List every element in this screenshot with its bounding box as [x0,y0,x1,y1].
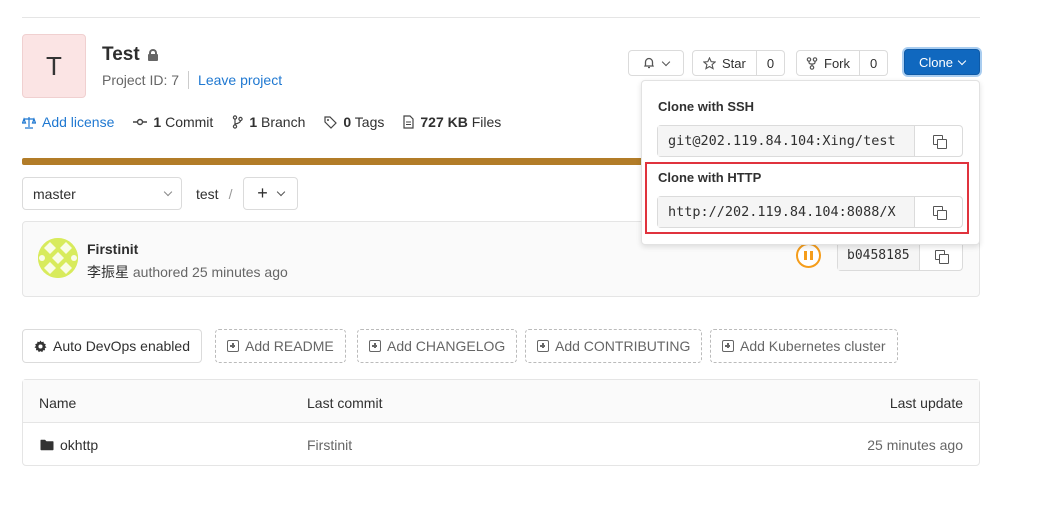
plus-icon: + [257,183,268,203]
commit-author[interactable]: 李振星 [87,264,129,280]
fork-group: Fork 0 [796,50,889,76]
branch-icon [233,115,244,129]
copy-ssh-button[interactable] [915,126,962,156]
gear-icon [34,339,47,352]
folder-icon [40,439,54,451]
project-avatar: T [22,34,86,98]
add-license-label: Add license [42,114,115,130]
fork-label: Fork [824,55,850,71]
branch-count: 1 [249,114,258,130]
file-tree-table: Name Last commit Last update okhttp Firs… [22,379,980,466]
tags-link[interactable]: 0 Tags [324,114,384,130]
tag-icon [324,115,338,129]
project-title-text: Test [102,44,140,65]
commit-count: 1 [153,114,162,130]
column-header-last-commit: Last commit [307,395,383,411]
commit-title[interactable]: Firstinit [87,241,138,257]
leave-project-link[interactable]: Leave project [198,72,282,88]
scale-icon [22,116,36,129]
highlight-box [645,162,969,234]
row-last-update: 25 minutes ago [867,437,963,453]
branch-name: master [33,185,76,202]
breadcrumb-project[interactable]: test [196,186,219,202]
column-header-last-update: Last update [889,395,963,411]
copy-sha-button[interactable] [920,241,962,270]
fork-icon [806,56,818,70]
copy-icon [932,135,947,149]
project-stats: Add license 1 Commit 1 Branch 0 Tags 727… [22,114,520,130]
auto-devops-button[interactable]: Auto DevOps enabled [22,329,202,363]
add-kubernetes-label: Add Kubernetes cluster [740,338,886,354]
branch-selector[interactable]: master [22,177,182,210]
add-license-link[interactable]: Add license [22,114,114,130]
add-changelog-button[interactable]: Add CHANGELOG [357,329,518,363]
plus-square-icon [722,340,734,352]
commit-meta: authored 25 minutes ago [132,264,288,280]
pipeline-status-icon[interactable] [796,243,821,268]
star-group: Star 0 [692,50,786,76]
add-contributing-label: Add CONTRIBUTING [555,338,691,354]
author-avatar[interactable] [38,238,78,278]
star-count[interactable]: 0 [756,50,786,76]
plus-square-icon [369,340,381,352]
table-header [23,380,979,423]
clone-ssh-label: Clone with SSH [658,99,755,114]
files-link[interactable]: 727 KB Files [403,114,501,130]
add-contributing-button[interactable]: Add CONTRIBUTING [525,329,703,363]
add-readme-label: Add README [245,338,334,354]
row-last-commit[interactable]: Firstinit [307,437,352,453]
star-button[interactable]: Star [692,50,757,76]
project-id: Project ID: 7 [102,72,180,88]
clone-label: Clone [919,54,953,70]
star-label: Star [722,55,746,71]
top-divider [22,17,980,18]
column-header-name: Name [39,395,77,411]
file-icon [403,115,414,129]
chevron-down-icon [163,187,173,197]
commit-sha[interactable]: b0458185 [838,241,920,270]
fork-count[interactable]: 0 [860,50,889,76]
project-title: Test [102,44,158,66]
project-meta: Project ID: 7 Leave project [102,71,282,89]
add-kubernetes-button[interactable]: Add Kubernetes cluster [710,329,898,363]
commits-link[interactable]: 1 Commit [133,114,213,130]
add-to-tree-button[interactable]: + [243,177,298,210]
bell-icon [643,57,655,69]
breadcrumb: test / [196,186,232,202]
breadcrumb-separator: / [228,186,233,202]
add-readme-button[interactable]: Add README [215,329,346,363]
clone-button[interactable]: Clone [904,49,980,75]
chevron-down-icon [661,57,671,66]
tags-label: Tags [354,114,385,130]
meta-separator [188,71,190,89]
star-icon [703,56,716,70]
tags-count: 0 [343,114,352,130]
files-size: 727 KB [420,114,468,130]
clone-ssh-field: git@202.119.84.104:Xing/test [657,125,963,157]
table-row[interactable]: okhttp [40,437,98,453]
branch-label: Branch [261,114,306,130]
plus-square-icon [537,340,549,352]
fork-button[interactable]: Fork [796,50,860,76]
files-label: Files [471,114,502,130]
auto-devops-label: Auto DevOps enabled [53,338,190,354]
branches-link[interactable]: 1 Branch [232,114,305,130]
clone-ssh-input[interactable]: git@202.119.84.104:Xing/test [658,126,915,156]
copy-icon [934,249,949,264]
repository-language-bar [22,158,642,165]
project-avatar-letter: T [46,50,62,81]
plus-square-icon [227,340,239,352]
commit-label: Commit [165,114,214,130]
chevron-down-icon [276,187,285,197]
commit-icon [133,118,148,126]
notification-button[interactable] [628,50,684,76]
add-changelog-label: Add CHANGELOG [387,338,506,354]
commit-author-line: 李振星 authored 25 minutes ago [87,262,288,282]
chevron-down-icon [957,56,967,65]
file-name[interactable]: okhttp [60,437,98,453]
lock-icon [147,49,158,61]
